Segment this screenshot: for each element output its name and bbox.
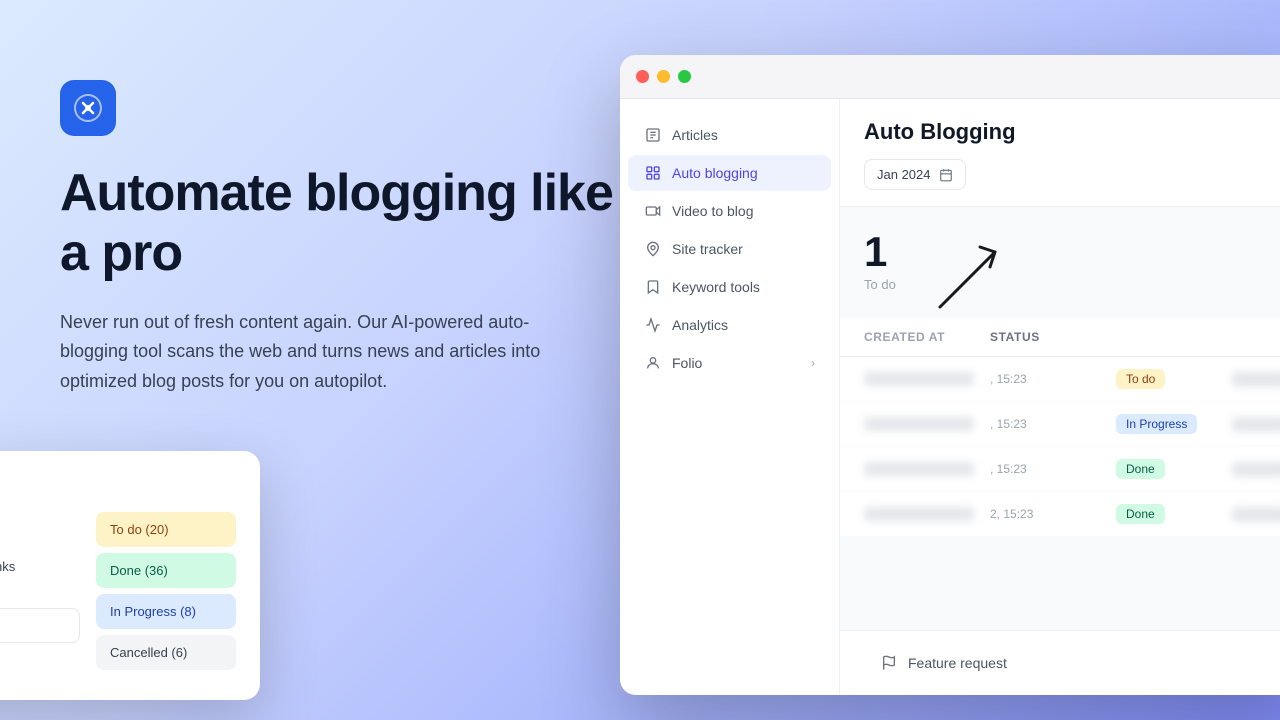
modal-body: Blog Setting Source Keyword YouTube link…	[0, 512, 236, 676]
bookmark-icon	[644, 278, 662, 296]
row-title-4: ▓▓▓▓▓▓	[1232, 507, 1280, 522]
date-filter[interactable]: Jan 2024	[864, 159, 966, 190]
radio-youtube-label: YouTube links	[0, 559, 15, 574]
table-header: Created at Status	[840, 318, 1280, 357]
sidebar-item-articles[interactable]: Articles	[628, 117, 831, 153]
row-time-3: , 15:23	[990, 462, 1100, 476]
logo-icon	[70, 90, 106, 126]
sidebar-item-video-to-blog[interactable]: Video to blog	[628, 193, 831, 229]
row-title-3: ▓▓▓▓▓▓	[1232, 462, 1280, 477]
source-radio-group: Keyword YouTube links	[0, 558, 80, 574]
sidebar-item-feature-request[interactable]: Feature request	[864, 645, 1276, 681]
sidebar-item-analytics[interactable]: Analytics	[628, 307, 831, 343]
row-time-1: , 15:23	[990, 372, 1100, 386]
sidebar-item-folio[interactable]: Folio ›	[628, 345, 831, 381]
stat-label: To do	[864, 277, 896, 292]
table-row[interactable]: Jan 12 2, 15:23 Done ▓▓▓▓▓▓	[840, 492, 1280, 537]
status-dropdown: To do (20) Done (36) In Progress (8) Can…	[96, 512, 236, 676]
hero-subtitle: Never run out of fresh content again. Ou…	[60, 308, 550, 397]
chevron-right-icon: ›	[811, 356, 815, 370]
keyword-input[interactable]	[0, 608, 80, 643]
stat-number: 1	[864, 231, 896, 273]
sidebar: Articles Auto blogging Video to blog Sit…	[620, 99, 840, 695]
flag-icon	[880, 654, 898, 672]
feature-request-bar: Feature request	[840, 630, 1280, 695]
browser-body: Articles Auto blogging Video to blog Sit…	[620, 99, 1280, 695]
location-icon	[644, 240, 662, 258]
main-header: Auto Blogging Jan 2024	[840, 99, 1280, 207]
date-filter-label: Jan 2024	[877, 167, 931, 182]
table-row[interactable]: Jan 15 , 15:23 To do ▓▓▓▓▓▓	[840, 357, 1280, 402]
main-content: Auto Blogging Jan 2024 1 To do	[840, 99, 1280, 695]
minimize-button[interactable]	[657, 70, 670, 83]
status-badge-done: Done	[1116, 459, 1165, 479]
row-date-1: Jan 15	[864, 372, 974, 386]
grid-icon	[644, 164, 662, 182]
keyword-label: Keyword	[0, 588, 80, 602]
table-row[interactable]: Jan 13 , 15:23 Done ▓▓▓▓▓▓	[840, 447, 1280, 492]
stat-box: 1 To do	[864, 231, 896, 292]
modal-form: Blog Setting Source Keyword YouTube link…	[0, 512, 80, 676]
row-status-4: Done	[1116, 504, 1216, 524]
sidebar-item-site-tracker[interactable]: Site tracker	[628, 231, 831, 267]
row-status-3: Done	[1116, 459, 1216, 479]
dropdown-item-todo[interactable]: To do (20)	[96, 512, 236, 547]
sidebar-item-keyword-tools[interactable]: Keyword tools	[628, 269, 831, 305]
file-icon	[644, 126, 662, 144]
table-area: Created at Status Jan 15 , 15:23 To do ▓…	[840, 318, 1280, 537]
col-header-created-at: Created at	[864, 330, 974, 344]
maximize-button[interactable]	[678, 70, 691, 83]
table-row[interactable]: Jan 14 , 15:23 In Progress ▓▓▓▓▓▓	[840, 402, 1280, 447]
source-label: Source	[0, 538, 80, 552]
feature-request-label: Feature request	[908, 655, 1007, 671]
col-header-status: Status	[990, 330, 1090, 344]
dropdown-item-cancelled[interactable]: Cancelled (6)	[96, 635, 236, 670]
close-button[interactable]	[636, 70, 649, 83]
row-date-3: Jan 13	[864, 462, 974, 476]
form-section-title: Blog Setting	[0, 512, 80, 528]
dropdown-item-done[interactable]: Done (36)	[96, 553, 236, 588]
row-status-2: In Progress	[1116, 414, 1216, 434]
row-date-4: Jan 12	[864, 507, 974, 521]
user-icon	[644, 354, 662, 372]
stats-section: 1 To do	[840, 207, 1280, 318]
hero-headline: Automate blogging like a pro	[60, 164, 620, 284]
row-status-1: To do	[1116, 369, 1216, 389]
chart-icon	[644, 316, 662, 334]
row-time-2: , 15:23	[990, 417, 1100, 431]
calendar-icon	[939, 168, 953, 182]
row-time-4: 2, 15:23	[990, 507, 1100, 521]
left-panel: Automate blogging like a pro Never run o…	[60, 80, 620, 397]
add-task-modal: Add Task Blog Setting Source Keyword You…	[0, 451, 260, 700]
row-title-2: ▓▓▓▓▓▓	[1232, 417, 1280, 432]
status-badge-todo: To do	[1116, 369, 1165, 389]
status-badge-done-2: Done	[1116, 504, 1165, 524]
trend-arrow	[920, 217, 1030, 327]
browser-titlebar	[620, 55, 1280, 99]
row-title-1: ▓▓▓▓▓▓	[1232, 372, 1280, 387]
sidebar-item-auto-blogging[interactable]: Auto blogging	[628, 155, 831, 191]
status-badge-inprogress: In Progress	[1116, 414, 1197, 434]
app-logo	[60, 80, 116, 136]
dropdown-item-inprogress[interactable]: In Progress (8)	[96, 594, 236, 629]
radio-youtube[interactable]: YouTube links	[0, 558, 15, 574]
page-title: Auto Blogging	[864, 119, 1276, 145]
row-date-2: Jan 14	[864, 417, 974, 431]
modal-title: Add Task	[0, 475, 236, 496]
video-icon	[644, 202, 662, 220]
browser-window: Articles Auto blogging Video to blog Sit…	[620, 55, 1280, 695]
